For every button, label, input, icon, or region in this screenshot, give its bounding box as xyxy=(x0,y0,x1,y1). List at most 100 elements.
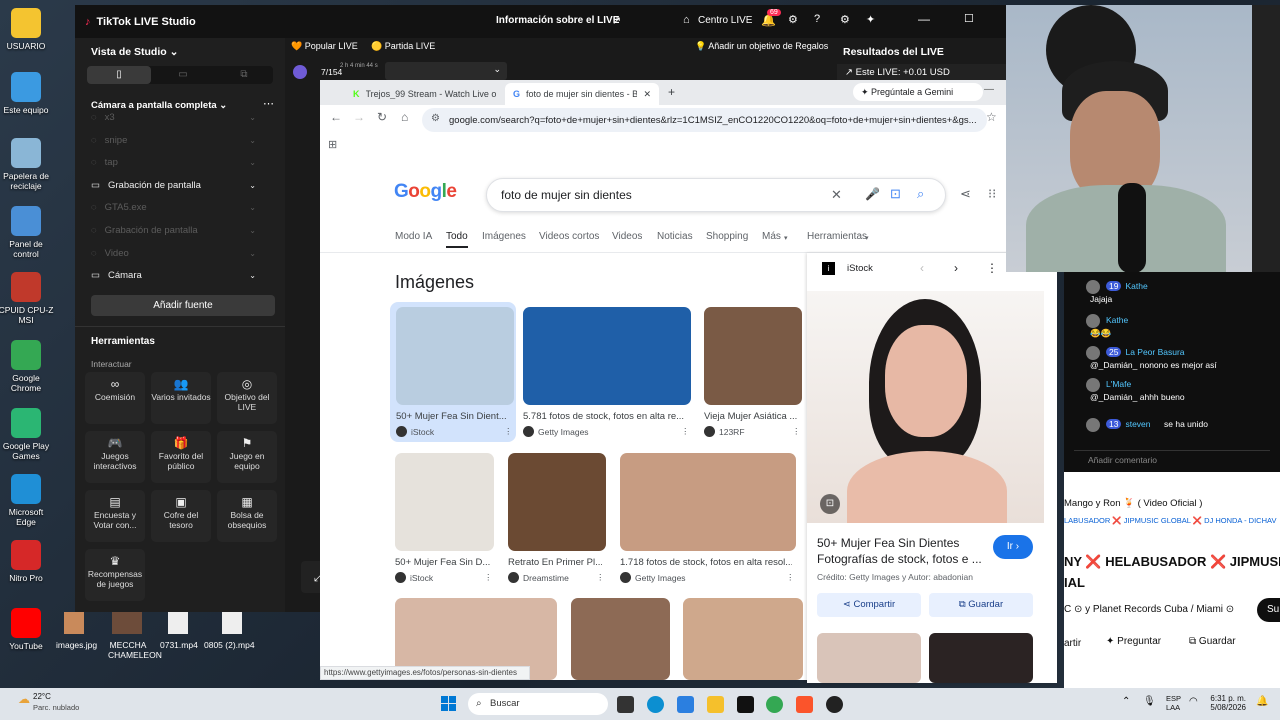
desktop-icon[interactable]: Este equipo xyxy=(0,72,54,115)
source-item[interactable]: ◌ Video ⌄ xyxy=(91,248,256,259)
tool-button[interactable]: ▣ Cofre del tesoro xyxy=(151,490,211,542)
image-result-thumbnail[interactable] xyxy=(683,598,803,680)
task-view-icon[interactable] xyxy=(617,696,634,713)
source-item[interactable]: ◌ x3 ⌄ xyxy=(91,112,256,123)
image-result-source[interactable]: Getty Images xyxy=(523,426,589,437)
portrait-layout-icon[interactable]: ▯ xyxy=(87,66,151,84)
go-button[interactable]: Ir › xyxy=(993,535,1033,559)
tool-button[interactable]: ▦ Bolsa de obsequios xyxy=(217,490,277,542)
desktop-icon[interactable]: YouTube xyxy=(0,608,54,651)
google-logo[interactable]: Google xyxy=(394,181,457,203)
more-options-icon[interactable]: ⋮ xyxy=(596,572,605,583)
avatar[interactable] xyxy=(1086,280,1100,294)
video-title[interactable]: Mango y Ron 🍹 ( Video Oficial ) xyxy=(1064,498,1202,509)
video-hashtags[interactable]: LABUSADOR ❌ JIPMUSIC GLOBAL ❌ DJ HONDA -… xyxy=(1064,516,1276,525)
tool-button[interactable]: ∞ Coemisión xyxy=(85,372,145,424)
tool-button[interactable]: ▤ Encuesta y Votar con... xyxy=(85,490,145,542)
source-item[interactable]: ▭ Grabación de pantalla ⌄ xyxy=(91,180,256,191)
search-nav-tab[interactable]: Imágenes xyxy=(482,231,526,242)
image-result-thumbnail[interactable] xyxy=(508,453,606,551)
share-icon[interactable]: ⋖ xyxy=(960,186,971,202)
obs-icon[interactable] xyxy=(826,696,843,713)
save-button[interactable]: ⧉ Guardar xyxy=(1189,636,1236,647)
edge-icon[interactable] xyxy=(647,696,664,713)
add-source-button[interactable]: Añadir fuente xyxy=(91,295,275,316)
search-input[interactable]: foto de mujer sin dientes ✕ 🎤 ⊡ ⌕ xyxy=(486,178,946,212)
search-nav-tab[interactable]: Herramientas xyxy=(807,231,867,242)
landscape-layout-icon[interactable]: ▭ xyxy=(151,66,215,84)
stream-dropdown[interactable]: ⌄ xyxy=(385,62,507,80)
desktop-icon[interactable]: Google Play Games xyxy=(0,408,54,461)
desktop-icon[interactable]: Papelera de reciclaje xyxy=(0,138,54,191)
share-action[interactable]: artir xyxy=(1064,638,1081,649)
desktop-icon[interactable]: Nitro Pro xyxy=(0,540,54,583)
image-result-thumbnail[interactable] xyxy=(704,307,802,405)
chevron-down-icon[interactable]: ⌄ xyxy=(249,271,256,280)
tool-button[interactable]: 🎮 Juegos interactivos xyxy=(85,431,145,483)
search-icon[interactable]: ⌕ xyxy=(917,186,924,202)
preview-image[interactable]: ⊡ xyxy=(807,291,1044,523)
image-result-caption[interactable]: Retrato En Primer Pl... xyxy=(508,557,602,568)
clear-search-icon[interactable]: ✕ xyxy=(831,187,842,203)
scene-selector[interactable]: Cámara a pantalla completa ⌄ xyxy=(91,100,227,111)
search-nav-tab[interactable]: Videos cortos xyxy=(539,231,599,242)
avatar[interactable] xyxy=(1086,314,1100,328)
avatar[interactable] xyxy=(1086,378,1100,392)
live-info-link[interactable]: Información sobre el LIVE xyxy=(496,15,619,26)
chat-username[interactable]: 19 Kathe xyxy=(1106,281,1148,291)
preview-title[interactable]: 50+ Mujer Fea Sin Dientes Fotografías de… xyxy=(817,535,992,567)
more-options-icon[interactable]: ⋮ xyxy=(786,572,795,583)
settings-icon[interactable]: ⚙ xyxy=(840,13,850,26)
microphone-icon[interactable]: 🎙 xyxy=(1143,696,1156,707)
avatar[interactable] xyxy=(1086,346,1100,360)
home-icon[interactable]: ⌂ xyxy=(683,14,690,26)
partida-live-button[interactable]: 🟡 Partida LIVE xyxy=(371,41,435,52)
channel-name[interactable]: C ⊙ y Planet Records Cuba / Miami ⊙ xyxy=(1064,604,1234,615)
center-live-link[interactable]: Centro LIVE xyxy=(698,15,752,26)
comment-input[interactable]: Añadir comentario xyxy=(1074,450,1270,468)
desktop-icon[interactable]: USUARIO xyxy=(0,8,54,51)
chat-username[interactable]: 13 steven xyxy=(1106,419,1151,429)
microphone-icon[interactable]: 🎤 xyxy=(865,187,880,201)
image-result-source[interactable]: 123RF xyxy=(704,426,745,437)
more-options-icon[interactable]: ⋯ xyxy=(263,97,274,110)
url-input[interactable]: ⚙ google.com/search?q=foto+de+mujer+sin+… xyxy=(422,108,987,132)
help-icon[interactable]: ? xyxy=(814,13,820,25)
chevron-down-icon[interactable]: ⌄ xyxy=(249,158,256,167)
wifi-icon[interactable]: ◠ xyxy=(1189,696,1198,707)
image-result-caption[interactable]: 50+ Mujer Fea Sin D... xyxy=(395,557,490,568)
image-result-thumbnail[interactable] xyxy=(395,453,494,551)
chat-username[interactable]: L'Mafe xyxy=(1106,379,1131,389)
more-options-icon[interactable]: ⋮ xyxy=(484,572,493,583)
chevron-down-icon[interactable]: ⌄ xyxy=(249,136,256,145)
image-result-thumbnail[interactable] xyxy=(620,453,796,551)
more-options-icon[interactable]: ⋮ xyxy=(504,426,513,437)
reload-icon[interactable]: ↻ xyxy=(377,110,387,124)
ask-button[interactable]: ✦ Preguntar xyxy=(1106,636,1161,647)
home-icon[interactable]: ⌂ xyxy=(401,110,408,124)
maximize-icon[interactable]: ☐ xyxy=(964,12,974,25)
forward-icon[interactable]: → xyxy=(353,110,365,124)
source-item[interactable]: ◌ tap ⌄ xyxy=(91,157,256,168)
next-icon[interactable]: › xyxy=(954,261,958,275)
more-options-icon[interactable]: ⋮ xyxy=(681,426,690,437)
windows-start-icon[interactable] xyxy=(441,696,456,711)
search-nav-tab[interactable]: Más xyxy=(762,231,781,242)
image-result-thumbnail[interactable] xyxy=(396,307,514,405)
chat-username[interactable]: Kathe xyxy=(1106,315,1128,325)
file-explorer-icon[interactable] xyxy=(707,696,724,713)
image-result-source[interactable]: Getty Images xyxy=(620,572,686,583)
popular-live-button[interactable]: 🧡 Popular LIVE xyxy=(291,41,358,52)
image-result-thumbnail[interactable] xyxy=(523,307,691,405)
desktop-icon[interactable]: Microsoft Edge xyxy=(0,474,54,527)
subscribe-button[interactable]: Su xyxy=(1257,598,1280,622)
chrome-icon[interactable] xyxy=(766,696,783,713)
share-icon[interactable]: ↗ xyxy=(612,14,621,27)
taskbar-search[interactable]: ⌕ Buscar xyxy=(468,693,608,715)
tab-google-search[interactable]: Gfoto de mujer sin dientes - Busc✕ xyxy=(505,83,659,105)
tool-button[interactable]: 👥 Varios invitados xyxy=(151,372,211,424)
apps-grid-icon[interactable]: ⊞ xyxy=(328,138,337,151)
image-result-caption[interactable]: 50+ Mujer Fea Sin Dient... xyxy=(396,411,510,422)
file-label[interactable]: images.jpg xyxy=(56,640,97,650)
image-result-thumbnail[interactable] xyxy=(571,598,670,680)
